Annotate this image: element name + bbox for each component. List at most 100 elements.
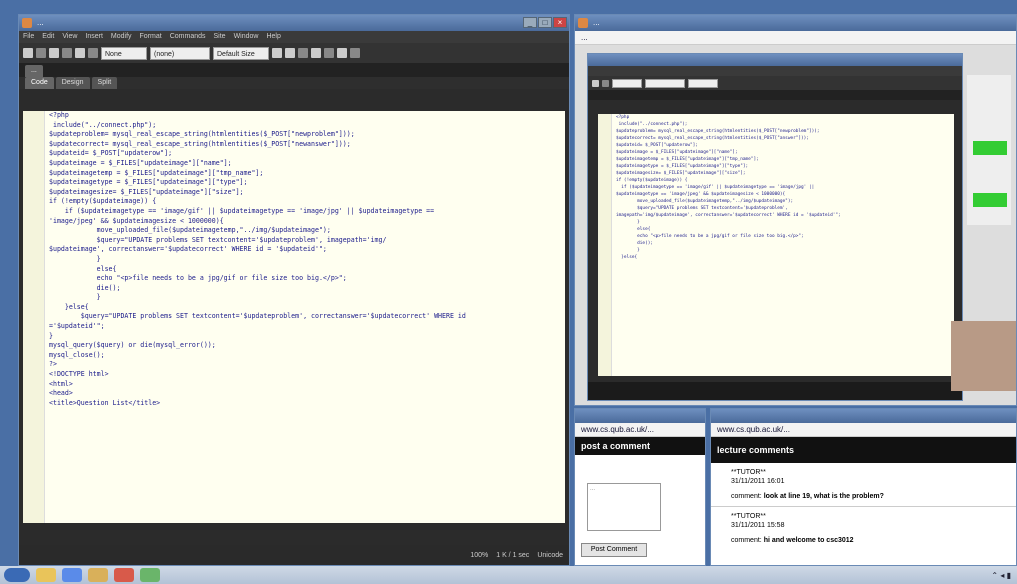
code-line: }	[49, 331, 53, 340]
menu-insert[interactable]: Insert	[85, 31, 103, 43]
code-line: if ($updateimagetype == 'image/gif' || $…	[616, 185, 815, 190]
tab-split[interactable]: Split	[91, 77, 118, 89]
editor-title: ...	[37, 18, 44, 27]
code-line: }else{	[616, 255, 638, 260]
code-line: $query="UPDATE problems SET textcontent=…	[49, 235, 387, 244]
paste-icon[interactable]	[88, 48, 98, 58]
start-button[interactable]	[4, 568, 30, 582]
code-line: }	[49, 293, 101, 302]
media-icon[interactable]	[62, 568, 82, 582]
code-line: if ($updateimagetype == 'image/gif' || $…	[49, 206, 435, 215]
zoom-level[interactable]: 100%	[470, 552, 488, 559]
code-line: $updatecorrect= mysql_real_escape_string…	[49, 139, 351, 148]
copy-icon[interactable]	[75, 48, 85, 58]
folder-icon[interactable]	[88, 568, 108, 582]
list-icon[interactable]	[337, 48, 347, 58]
style-select[interactable]: None	[101, 46, 147, 60]
code-line: else{	[616, 227, 651, 232]
comments-titlebar[interactable]	[711, 409, 1016, 423]
menu-edit[interactable]: Edit	[42, 31, 54, 43]
video-frame: <?php include("../connect.php"); $updatep…	[587, 53, 963, 401]
menu-view[interactable]: View	[62, 31, 77, 43]
inner-menubar	[588, 66, 962, 76]
tab-code[interactable]: Code	[25, 77, 54, 89]
editor-menubar: File Edit View Insert Modify Format Comm…	[19, 31, 569, 43]
italic-icon[interactable]	[285, 48, 295, 58]
editor-titlebar[interactable]: ... _ □ ×	[19, 15, 569, 31]
menu-file[interactable]: File	[23, 31, 34, 43]
code-line: move_uploaded_file($updateimagetemp,"../…	[616, 199, 794, 204]
code-line: die();	[616, 241, 654, 246]
menu-window[interactable]: Window	[234, 31, 259, 43]
code-line: $updateproblem= mysql_real_escape_string…	[49, 130, 355, 139]
menu-site[interactable]: Site	[214, 31, 226, 43]
align-center-icon[interactable]	[311, 48, 321, 58]
font-select[interactable]: (none)	[150, 46, 210, 60]
menu-modify[interactable]: Modify	[111, 31, 132, 43]
code-editor[interactable]: <?php include("../connect.php"); $updatep…	[23, 111, 565, 523]
menu-commands[interactable]: Commands	[170, 31, 206, 43]
align-right-icon[interactable]	[324, 48, 334, 58]
presenter-webcam	[951, 321, 1016, 391]
code-line: if (!empty($updateimage)) {	[616, 178, 688, 183]
code-line: $updateimage = $_FILES["updateimage"]["n…	[616, 150, 738, 155]
green-block	[973, 193, 1007, 207]
editor-icon[interactable]	[140, 568, 160, 582]
bold-icon[interactable]	[272, 48, 282, 58]
comment-author: **TUTOR**	[731, 513, 766, 520]
browser-icon[interactable]	[114, 568, 134, 582]
video-window: ... ... <?php include("../connect.php");…	[574, 14, 1017, 406]
post-titlebar[interactable]	[575, 409, 705, 423]
align-left-icon[interactable]	[298, 48, 308, 58]
comment-item: **TUTOR** 31/11/2011 15:58 comment: hi a…	[711, 507, 1016, 550]
indent-icon[interactable]	[350, 48, 360, 58]
inner-tabs	[588, 90, 962, 100]
close-button[interactable]: ×	[553, 17, 567, 28]
tab-document[interactable]: ...	[25, 65, 43, 77]
comment-textarea[interactable]: ...	[587, 483, 661, 531]
new-file-icon[interactable]	[23, 48, 33, 58]
code-line: ='$updateid'";	[49, 322, 105, 331]
comment-label: comment:	[731, 537, 762, 544]
code-line: else{	[49, 264, 117, 273]
video-titlebar[interactable]: ...	[575, 15, 1016, 31]
line-gutter	[598, 114, 612, 376]
code-line: mysql_query($query) or die(mysql_error()…	[49, 341, 216, 350]
comment-text: look at line 19, what is the problem?	[763, 493, 884, 500]
code-line: 'image/jpeg' && $updateimagesize < 10000…	[49, 216, 224, 225]
code-line: $updateid= $_POST["updaterow"];	[49, 149, 173, 158]
code-line: move_uploaded_file($updateimagetemp,"../…	[49, 226, 331, 235]
code-line: include("../connect.php");	[49, 120, 157, 129]
inner-tool-icon	[602, 79, 609, 87]
save-icon[interactable]	[49, 48, 59, 58]
inner-select	[645, 78, 685, 88]
code-line: $query="UPDATE problems SET textcontent=…	[49, 312, 466, 321]
post-header: post a comment	[575, 437, 705, 455]
menu-help[interactable]: Help	[266, 31, 280, 43]
size-select[interactable]: Default Size	[213, 46, 269, 60]
maximize-button[interactable]: □	[538, 17, 552, 28]
comment-label: comment:	[731, 493, 762, 500]
comment-date: 31/11/2011 16:01	[731, 478, 785, 485]
post-address-bar[interactable]: www.cs.qub.ac.uk/...	[575, 423, 705, 437]
code-line: $updateimage = $_FILES["updateimage"]["n…	[49, 158, 232, 167]
post-comment-button[interactable]: Post Comment	[581, 543, 647, 557]
open-icon[interactable]	[36, 48, 46, 58]
tab-design[interactable]: Design	[55, 77, 90, 89]
comment-body: comment: hi and welcome to csc3012	[731, 537, 996, 544]
code-line: if (!empty($updateimage)) {	[49, 197, 157, 206]
explorer-icon[interactable]	[36, 568, 56, 582]
code-line: $updateimagetemp = $_FILES["updateimage"…	[616, 157, 759, 162]
cut-icon[interactable]	[62, 48, 72, 58]
menu-format[interactable]: Format	[140, 31, 162, 43]
editor-window: ... _ □ × File Edit View Insert Modify For…	[18, 14, 570, 566]
player-controls[interactable]	[588, 382, 962, 400]
encoding: Unicode	[537, 551, 563, 559]
code-line: echo "<p>file needs to be a jpg/gif or f…	[49, 274, 347, 283]
system-tray[interactable]: ⌃ ◂ ▮	[991, 571, 1011, 580]
video-address-bar[interactable]: ...	[575, 31, 1016, 45]
comments-address-bar[interactable]: www.cs.qub.ac.uk/...	[711, 423, 1016, 437]
app-icon	[22, 18, 32, 28]
comment-author: **TUTOR**	[731, 469, 766, 476]
minimize-button[interactable]: _	[523, 17, 537, 28]
